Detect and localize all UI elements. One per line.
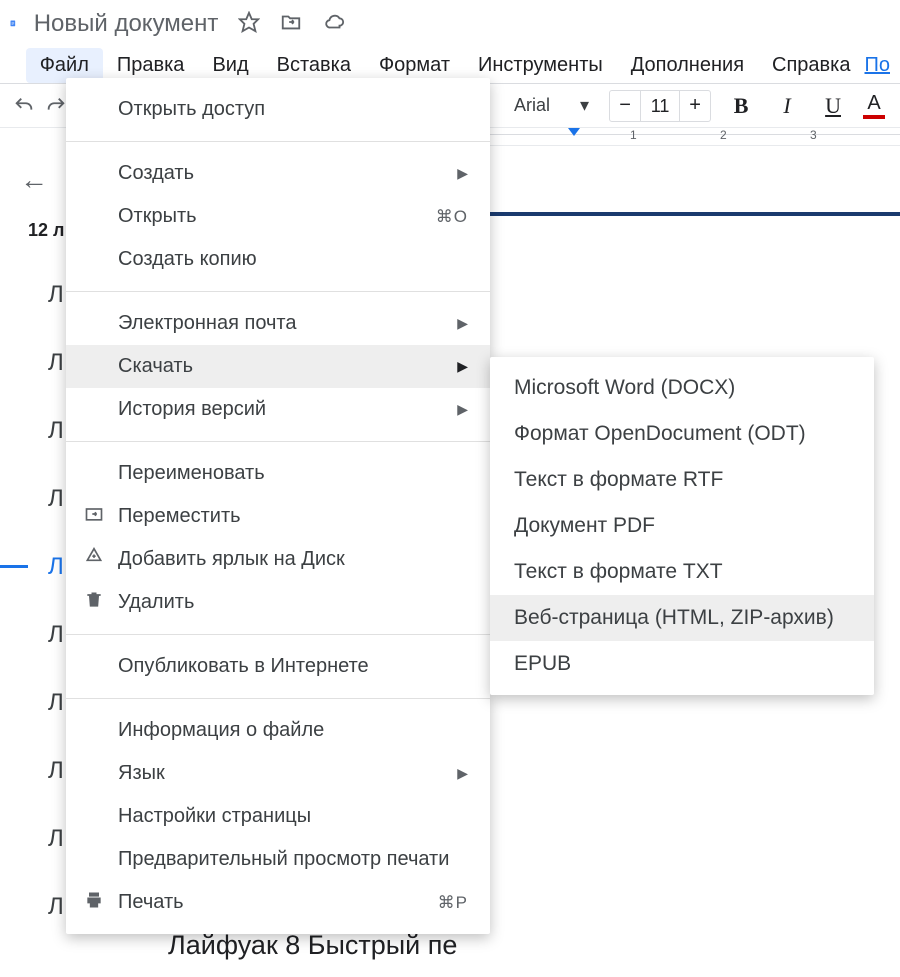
menu-item-open[interactable]: Открыть⌘O xyxy=(66,195,490,238)
text-color-letter: A xyxy=(867,92,880,115)
chevron-right-icon: ▶ xyxy=(457,765,468,782)
move-folder-icon[interactable] xyxy=(280,11,302,38)
font-family-label: Arial xyxy=(514,95,550,116)
menu-item-move[interactable]: Переместить xyxy=(66,495,490,538)
chevron-right-icon: ▶ xyxy=(457,165,468,182)
ruler-tick: 2 xyxy=(720,128,727,142)
trash-icon xyxy=(84,590,106,616)
shortcut-label: ⌘O xyxy=(436,207,468,227)
submenu-item-html-zip[interactable]: Веб-страница (HTML, ZIP-архив) xyxy=(490,595,874,641)
shortcut-label: ⌘P xyxy=(438,893,468,913)
ruler-tick: 3 xyxy=(810,128,817,142)
menu-addons[interactable]: Дополнения xyxy=(617,48,758,83)
horizontal-ruler[interactable]: 1 2 3 4 xyxy=(470,128,900,146)
docs-logo-icon[interactable] xyxy=(10,14,16,62)
outline-heading: 12 л xyxy=(28,220,64,241)
file-menu-dropdown: Открыть доступ Создать▶ Открыть⌘O Создат… xyxy=(66,78,490,934)
menu-item-download[interactable]: Скачать▶ xyxy=(66,345,490,388)
move-icon xyxy=(84,504,106,530)
outline-item[interactable]: Л xyxy=(48,689,64,717)
collapse-outline-icon[interactable]: ← xyxy=(20,164,48,196)
menu-item-language[interactable]: Язык▶ xyxy=(66,752,490,795)
outline-item[interactable]: Л xyxy=(48,349,64,377)
chevron-right-icon: ▶ xyxy=(457,358,468,375)
menu-item-rename[interactable]: Переименовать xyxy=(66,452,490,495)
outline-item[interactable]: Л xyxy=(48,825,64,853)
italic-button[interactable]: I xyxy=(771,90,803,122)
font-size-decrease[interactable]: − xyxy=(610,91,640,121)
menu-separator xyxy=(66,291,490,292)
outline-item[interactable]: Л xyxy=(48,893,64,921)
submenu-item-pdf[interactable]: Документ PDF xyxy=(490,503,874,549)
menu-item-add-drive-shortcut[interactable]: Добавить ярлык на Диск xyxy=(66,538,490,581)
menu-item-file-info[interactable]: Информация о файле xyxy=(66,709,490,752)
outline-item[interactable]: Л xyxy=(48,757,64,785)
chevron-right-icon: ▶ xyxy=(457,401,468,418)
font-family-selector[interactable]: Arial ▾ xyxy=(514,95,589,116)
font-size-control: − 11 + xyxy=(609,90,711,122)
outline-item[interactable]: Л xyxy=(48,281,64,309)
title-area: Новый документ Файл Правка Вид Вставка Ф… xyxy=(34,10,865,83)
cloud-status-icon[interactable] xyxy=(322,11,346,38)
last-edit-link[interactable]: По xyxy=(865,54,891,83)
drive-shortcut-icon xyxy=(84,547,106,573)
menu-help[interactable]: Справка xyxy=(758,48,864,83)
menu-separator xyxy=(66,698,490,699)
menu-separator xyxy=(66,441,490,442)
font-size-value[interactable]: 11 xyxy=(640,91,680,121)
document-title[interactable]: Новый документ xyxy=(34,10,219,38)
menu-item-email[interactable]: Электронная почта▶ xyxy=(66,302,490,345)
menu-item-delete[interactable]: Удалить xyxy=(66,581,490,624)
menu-separator xyxy=(66,141,490,142)
chevron-right-icon: ▶ xyxy=(457,315,468,332)
chevron-down-icon: ▾ xyxy=(580,95,589,116)
menu-separator xyxy=(66,634,490,635)
font-size-increase[interactable]: + xyxy=(680,91,710,121)
outline-item[interactable]: Л xyxy=(48,485,64,513)
submenu-item-rtf[interactable]: Текст в формате RTF xyxy=(490,457,874,503)
submenu-item-epub[interactable]: EPUB xyxy=(490,641,874,687)
menu-item-print[interactable]: Печать⌘P xyxy=(66,881,490,924)
download-submenu: Microsoft Word (DOCX) Формат OpenDocumen… xyxy=(490,357,874,695)
menu-item-version-history[interactable]: История версий▶ xyxy=(66,388,490,431)
submenu-item-odt[interactable]: Формат OpenDocument (ODT) xyxy=(490,411,874,457)
color-bar-icon xyxy=(863,115,885,119)
menu-item-page-setup[interactable]: Настройки страницы xyxy=(66,795,490,838)
undo-icon[interactable] xyxy=(10,92,38,120)
ruler-indent-marker[interactable] xyxy=(568,128,580,136)
outline-item[interactable]: Л xyxy=(48,621,64,649)
print-icon xyxy=(84,890,106,916)
underline-button[interactable]: U xyxy=(817,90,849,122)
bold-button[interactable]: B xyxy=(725,90,757,122)
ruler-tick: 1 xyxy=(630,128,637,142)
header-bar: Новый документ Файл Правка Вид Вставка Ф… xyxy=(0,0,900,84)
outline-sidebar: ← 12 л Л Л Л Л Л Л Л Л Л Л xyxy=(0,146,68,975)
menu-item-make-copy[interactable]: Создать копию xyxy=(66,238,490,281)
menu-item-new[interactable]: Создать▶ xyxy=(66,152,490,195)
outline-item-selected[interactable]: Л xyxy=(48,553,64,581)
submenu-item-txt[interactable]: Текст в формате TXT xyxy=(490,549,874,595)
menu-item-share[interactable]: Открыть доступ xyxy=(66,88,490,131)
menu-item-print-preview[interactable]: Предварительный просмотр печати xyxy=(66,838,490,881)
menu-item-publish[interactable]: Опубликовать в Интернете xyxy=(66,645,490,688)
outline-item[interactable]: Л xyxy=(48,417,64,445)
text-color-button[interactable]: A xyxy=(863,92,885,119)
submenu-item-docx[interactable]: Microsoft Word (DOCX) xyxy=(490,365,874,411)
star-icon[interactable] xyxy=(238,11,260,38)
